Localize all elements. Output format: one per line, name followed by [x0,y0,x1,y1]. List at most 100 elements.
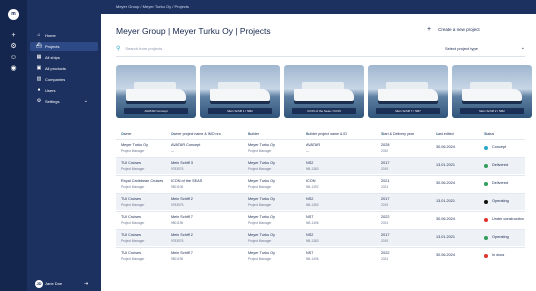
builder-project-name: AVATAR [306,143,321,147]
status-text: Delivered [492,181,509,185]
builder-cell: Meyer Turku Oy Project Manager [248,251,275,261]
search-icon: ⚲ [116,46,121,52]
builder-name: Meyer Turku Oy [248,215,276,219]
user-circle-icon[interactable]: ◉ [9,64,18,73]
start-year: 2017 [381,161,390,165]
main-content: Meyer Group / Meyer Turku Oy / Projects … [101,0,536,291]
builder-role: Project Manager [248,203,272,207]
last-edited-cell: 30.06.2024 [436,253,456,257]
owner-role: Project Manager [121,167,145,171]
sidebar-item-all-ships[interactable]: ▦ All ships [30,53,98,62]
status-dot [484,236,488,240]
table-row[interactable]: TUI Cruises Project Manager Mein Schiff 3… [116,157,525,174]
imo-number: 9783576 [171,167,184,171]
owner-cell: TUI Cruises Project Manager [121,161,144,171]
start-year: 2021 [381,179,390,183]
sidebar-item-companies[interactable]: ▥ Companies [30,75,98,84]
user-profile[interactable]: JD Jane Doe ⇥ [30,279,98,289]
ship-hull [126,89,186,101]
sidebar-item-projects[interactable]: ⛴ Projects [30,42,98,51]
owner-cell: TUI Cruises Project Manager [121,233,144,243]
builder-project-cell: NS2 NB-1363 [306,197,319,207]
years-cell: 2028 2030 [381,143,389,153]
sidebar-item-home[interactable]: ⌂ Home [30,31,98,40]
app-logo[interactable]: m [8,9,19,20]
years-cell: 2021 2023 [381,179,389,189]
create-project-label: Create a new project [438,27,480,32]
start-year: 2022 [381,251,390,255]
breadcrumb[interactable]: Meyer Group / Meyer Turku Oy / Projects [101,0,536,14]
builder-name: Meyer Turku Oy [248,197,276,201]
owner-role: Project Manager [121,239,145,243]
project-name: Mein Schiff 3 [171,161,193,165]
table-row[interactable]: Royal Caribbean Cruises Project Manager I… [116,175,525,192]
builder-project-name: NS2 [306,161,314,165]
last-edited-cell: 13.01.2021 [436,163,456,167]
builder-cell: Meyer Turku Oy Project Manager [248,179,275,189]
delivery-year: 2024 [381,257,389,261]
years-cell: 2022 2024 [381,215,389,225]
icon-rail: m + ⚙ ☺ ◉ [0,0,27,291]
owner-cell: TUI Cruises Project Manager [121,197,144,207]
ship-card[interactable]: Mein Schiff 7 / NB7 [368,65,448,118]
sidebar-item-settings[interactable]: ⚙ Settings ⌄ [30,97,98,106]
table-row[interactable]: TUI Cruises Project Manager Mein Schiff 2… [116,193,525,210]
status-text: Delivered [492,163,509,167]
page-title: Meyer Group | Meyer Turku Oy | Projects [116,26,271,36]
sidebar-item-users[interactable]: ● Users [30,86,98,95]
avatar: JD [35,280,43,288]
years-cell: 2017 2019 [381,233,389,243]
project-name-cell: Mein Schiff 7 9801196 [171,251,193,261]
ship-card[interactable]: Mein Schiff 1 / NB2 [200,65,280,118]
table-row[interactable]: Meyer Turku Oy Project Manager AVATAR Con… [116,139,525,156]
create-project-button[interactable]: + Create a new project [427,25,480,34]
logout-icon[interactable]: ⇥ [84,279,88,289]
table-row[interactable]: TUI Cruises Project Manager Mein Schiff 7… [116,211,525,228]
sort-icon: ⇣ [381,132,385,136]
builder-role: Project Manager [248,185,272,189]
column-label: Start & Delivery year [381,132,414,136]
sidebar-item-all-products[interactable]: ▣ All products [30,64,98,73]
table-row[interactable]: TUI Cruises Project Manager Mein Schiff 7… [116,247,525,264]
builder-role: Project Manager [248,167,272,171]
builder-project-name: NS2 [306,233,314,237]
table-row[interactable]: TUI Cruises Project Manager Mein Schiff 2… [116,229,525,246]
grid-icon: ▦ [36,54,42,60]
ship-hull [210,89,270,101]
sidebar-item-label: Settings [45,99,60,104]
search-input[interactable]: ⚲ Search from projects [116,43,428,54]
years-cell: 2017 2019 [381,161,389,171]
owner-name: TUI Cruises [121,197,142,201]
sidebar-item-label: All ships [45,55,60,60]
project-type-select[interactable]: Select project type ⌄ [445,43,525,54]
user-name: Jane Doe [45,281,63,286]
builder-role: Project Manager [248,239,272,243]
ship-card[interactable]: Mein Schiff 2 / NB2 [452,65,532,118]
table-header: Owner ⇣ Owner project name & IMO nro ⇣ B… [116,128,525,138]
builder-cell: Meyer Turku Oy Project Manager [248,161,275,171]
sidebar-item-label: All products [45,66,66,71]
gear-icon: ⚙ [36,98,42,104]
project-name-cell: Mein Schiff 2 9783576 [171,197,193,207]
project-name-cell: AVATAR Concept — [171,143,200,153]
ship-card[interactable]: ICON of the Seas / ICON [284,65,364,118]
last-edited-cell: 13.01.2021 [436,235,456,239]
builder-project-id: NB-1406 [306,221,319,225]
owner-name: TUI Cruises [121,161,142,165]
box-icon: ▣ [36,65,42,71]
builder-cell: Meyer Turku Oy Project Manager [248,233,275,243]
status-text: Under construction [492,217,524,221]
ship-card[interactable]: AVATAR Concept [116,65,196,118]
ship-icon: ⛴ [35,43,43,49]
project-name-cell: Mein Schiff 7 9801196 [171,215,193,225]
plus-icon[interactable]: + [9,31,18,40]
owner-role: Project Manager [121,221,145,225]
home-icon: ⌂ [37,32,41,38]
delivery-year: 2030 [381,149,389,153]
gear-icon[interactable]: ⚙ [9,42,18,51]
ship-caption: ICON of the Seas / ICON [292,108,356,114]
chevron-down-icon: ⌄ [83,98,88,104]
owner-name: Royal Caribbean Cruises [121,179,164,183]
people-icon[interactable]: ☺ [9,53,18,62]
delivery-year: 2019 [381,203,389,207]
